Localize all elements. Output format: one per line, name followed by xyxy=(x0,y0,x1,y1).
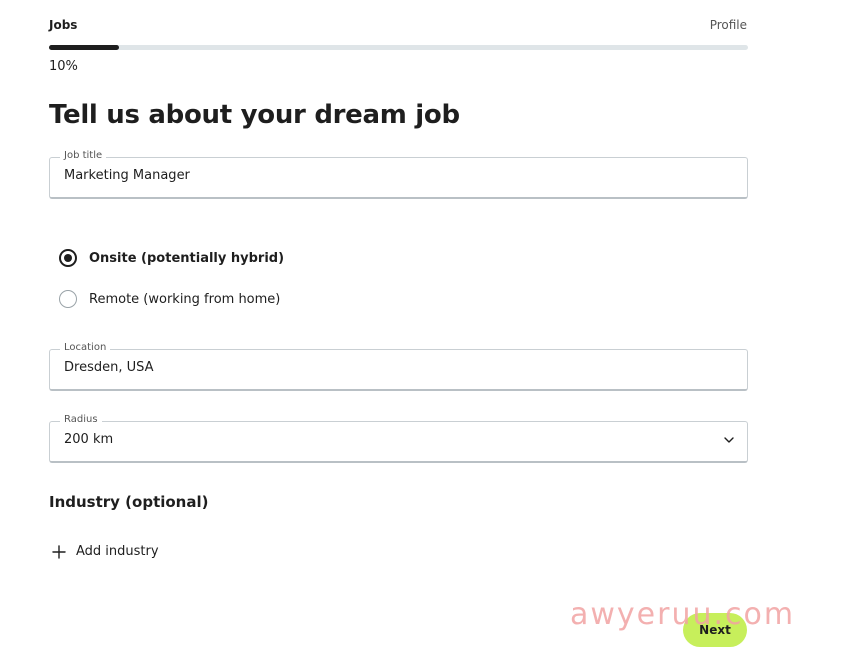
location-label: Location xyxy=(60,342,111,353)
location-input[interactable] xyxy=(64,360,704,375)
step-jobs: Jobs xyxy=(49,18,78,32)
location-field: Location xyxy=(49,342,748,391)
next-button[interactable]: Next xyxy=(683,613,747,647)
add-industry-label: Add industry xyxy=(76,544,159,559)
progress-percent: 10% xyxy=(49,59,78,74)
radius-label: Radius xyxy=(60,414,102,425)
radio-remote[interactable]: Remote (working from home) xyxy=(59,290,280,308)
industry-heading: Industry (optional) xyxy=(49,493,209,511)
add-industry-button[interactable]: Add industry xyxy=(52,544,159,559)
job-title-label: Job title xyxy=(60,150,107,161)
chevron-down-icon[interactable] xyxy=(723,434,735,446)
job-title-field: Job title xyxy=(49,150,748,199)
radio-remote-label: Remote (working from home) xyxy=(89,291,281,307)
step-profile: Profile xyxy=(709,18,747,32)
radio-remote-indicator[interactable] xyxy=(59,290,77,308)
progress-bar xyxy=(49,45,748,50)
job-title-input[interactable] xyxy=(64,168,704,183)
radio-onsite-indicator[interactable] xyxy=(59,249,77,267)
page-title: Tell us about your dream job xyxy=(49,100,460,130)
radio-onsite[interactable]: Onsite (potentially hybrid) xyxy=(59,249,284,267)
radio-onsite-label: Onsite (potentially hybrid) xyxy=(89,250,285,266)
progress-bar-fill xyxy=(49,45,119,50)
plus-icon[interactable] xyxy=(52,544,66,559)
radius-select[interactable]: Radius 200 km xyxy=(49,414,748,463)
radius-value: 200 km xyxy=(64,432,114,447)
